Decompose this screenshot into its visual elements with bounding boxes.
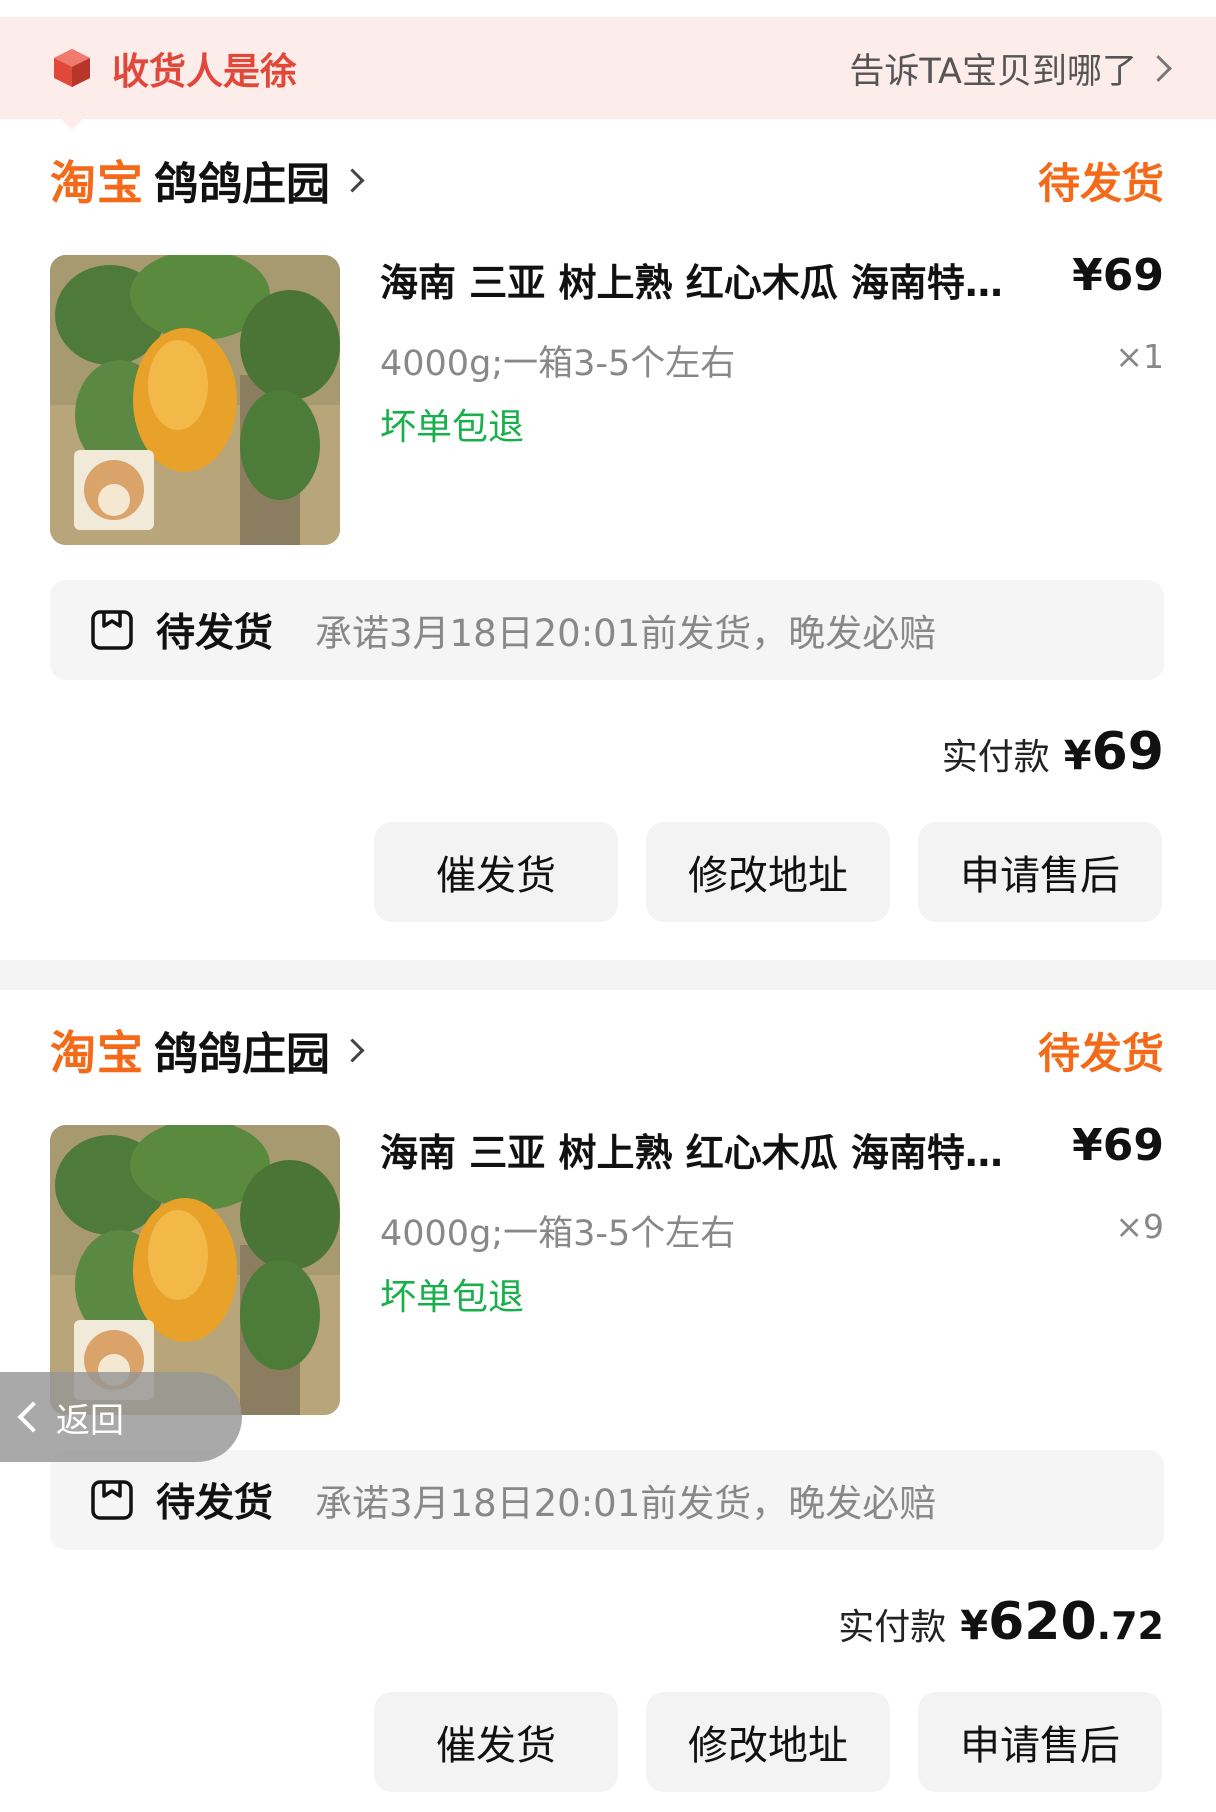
paid-decimal: .72 [1096,1604,1164,1648]
back-button[interactable]: 返回 [0,1372,242,1462]
shipping-promise: 承诺3月18日20:01前发货，晚发必赔 [315,612,937,655]
paid-integer: 620 [988,1592,1097,1652]
shipping-status: 待发货 [156,611,274,656]
product-image[interactable] [50,255,340,545]
product-title[interactable]: 海南 三亚 树上熟 红心木瓜 海南特… [380,1122,1050,1177]
chevron-right-icon [1145,54,1172,82]
platform-logo: 淘宝 [50,1026,144,1080]
shop-link[interactable]: 淘宝 鸽鸽庄园 [50,1017,365,1083]
paid-integer: 69 [1091,722,1164,782]
shop-header: 淘宝 鸽鸽庄园 待发货 [50,1020,1164,1080]
paid-amount: 实付款 ¥ 620 .72 [838,1592,1164,1652]
product-quantity: ×1 [1115,337,1164,376]
recipient-info: 收货人是徐 [50,41,297,95]
package-icon [91,1480,133,1520]
chevron-left-icon [17,1401,49,1433]
order-status: 待发货 [1037,158,1164,208]
urge-shipping-button[interactable]: 催发货 [374,822,618,922]
shop-name: 鸽鸽庄园 [154,159,330,210]
paid-amount: 实付款 ¥ 69 [942,722,1164,782]
back-label: 返回 [56,1400,124,1441]
tell-recipient-label: 告诉TA宝贝到哪了 [849,51,1137,92]
after-sales-button[interactable]: 申请售后 [918,1692,1162,1792]
shipping-status: 待发货 [156,1481,274,1526]
shipping-info[interactable]: 待发货 承诺3月18日20:01前发货，晚发必赔 [50,1450,1164,1550]
service-tag: 坏单包退 [380,1277,525,1318]
product-quantity: ×9 [1115,1207,1164,1246]
paid-currency: ¥ [1063,733,1092,779]
urge-shipping-button[interactable]: 催发货 [374,1692,618,1792]
shop-link[interactable]: 淘宝 鸽鸽庄园 [50,147,365,213]
product-spec: 4000g;一箱3-5个左右 [380,1214,736,1254]
bar-pointer [60,118,84,130]
chevron-right-icon [340,167,365,193]
paid-label: 实付款 [838,1607,947,1648]
service-tag: 坏单包退 [380,407,525,448]
package-box-icon [54,49,90,87]
paid-label: 实付款 [941,737,1050,778]
shipping-promise: 承诺3月18日20:01前发货，晚发必赔 [315,1482,937,1525]
modify-address-button[interactable]: 修改地址 [646,1692,890,1792]
shipping-info[interactable]: 待发货 承诺3月18日20:01前发货，晚发必赔 [50,580,1164,680]
section-divider [0,960,1216,990]
shop-name: 鸽鸽庄园 [154,1029,330,1080]
product-price: ¥69 [1072,1120,1164,1171]
package-icon [91,610,133,650]
product-price: ¥69 [1072,250,1164,301]
chevron-right-icon [340,1037,365,1063]
product-title[interactable]: 海南 三亚 树上熟 红心木瓜 海南特… [380,252,1050,307]
product-spec: 4000g;一箱3-5个左右 [380,344,736,384]
order-status: 待发货 [1037,1028,1164,1078]
recipient-name: 收货人是徐 [112,50,297,93]
platform-logo: 淘宝 [50,156,144,210]
paid-currency: ¥ [960,1603,989,1649]
papaya-photo [50,255,340,545]
shop-header: 淘宝 鸽鸽庄园 待发货 [50,150,1164,210]
recipient-bar[interactable]: 收货人是徐 告诉TA宝贝到哪了 [0,17,1216,119]
tell-recipient-link[interactable]: 告诉TA宝贝到哪了 [849,43,1172,94]
modify-address-button[interactable]: 修改地址 [646,822,890,922]
after-sales-button[interactable]: 申请售后 [918,822,1162,922]
